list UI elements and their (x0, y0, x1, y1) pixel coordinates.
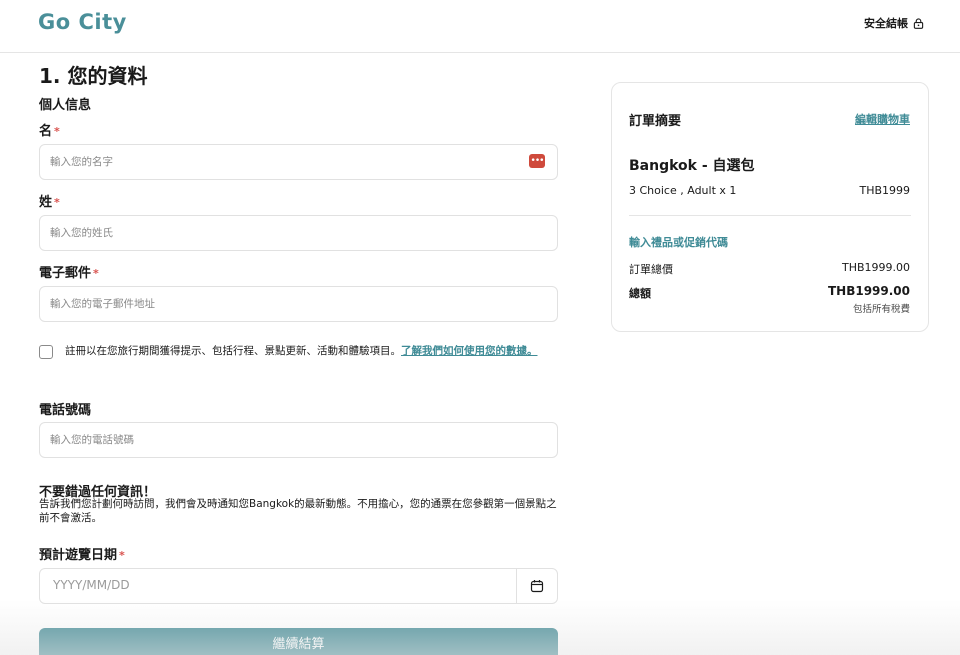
visit-date-label-text: 預計遊覽日期 (39, 548, 118, 563)
tax-note: 包括所有稅費 (852, 304, 910, 315)
secure-checkout-label: 安全結帳 (864, 17, 908, 30)
first-name-label-text: 名 (39, 124, 53, 139)
marketing-consent-checkbox[interactable] (39, 345, 53, 359)
secure-checkout: 安全結帳 (864, 15, 924, 31)
marketing-consent: 註冊以在您旅行期間獲得提示、包括行程、景點更新、活動和體驗項目。了解我們如何使用… (39, 344, 559, 359)
phone-input[interactable] (39, 422, 558, 458)
total-label: 總額 (629, 287, 651, 300)
product-price: THB1999 (859, 184, 910, 197)
page-title: 1. 您的資料 (39, 64, 148, 88)
email-label: 電子郵件 * (39, 262, 99, 281)
required-mark: * (119, 549, 125, 562)
subtotal-label: 訂單總價 (629, 263, 673, 276)
total-value: THB1999.00 (827, 284, 910, 298)
required-mark: * (93, 267, 99, 280)
visit-date-input[interactable] (53, 578, 493, 592)
last-name-label: 姓 * (39, 191, 60, 210)
email-label-text: 電子郵件 (39, 266, 92, 281)
required-mark: * (54, 125, 60, 138)
visit-date-label: 預計遊覽日期 * (39, 544, 125, 563)
visit-date-field (39, 568, 558, 604)
summary-divider (629, 215, 911, 216)
consent-text: 註冊以在您旅行期間獲得提示、包括行程、景點更新、活動和體驗項目。 (65, 345, 401, 357)
product-detail: 3 Choice , Adult x 1 (629, 184, 737, 197)
continue-button[interactable]: 繼續結算 (39, 628, 558, 655)
edit-cart-link[interactable]: 編輯購物車 (855, 111, 910, 127)
last-name-input[interactable] (39, 215, 558, 251)
calendar-icon (530, 580, 544, 593)
data-usage-link[interactable]: 了解我們如何使用您的數據。 (401, 345, 538, 357)
subtotal-value: THB1999.00 (841, 261, 910, 274)
first-name-input[interactable] (39, 144, 558, 180)
lock-icon (913, 17, 924, 29)
required-mark: * (54, 196, 60, 209)
password-manager-icon[interactable]: ••• (529, 154, 545, 168)
section-title: 個人信息 (39, 98, 92, 113)
promo-code-link[interactable]: 輸入禮品或促銷代碼 (629, 234, 728, 250)
last-name-label-text: 姓 (39, 195, 53, 210)
order-summary-card: 訂單摘要 編輯購物車 Bangkok - 自選包 3 Choice , Adul… (611, 82, 929, 332)
email-input[interactable] (39, 286, 558, 322)
go-city-logo[interactable]: Go City (38, 10, 127, 34)
marketing-consent-text: 註冊以在您旅行期間獲得提示、包括行程、景點更新、活動和體驗項目。了解我們如何使用… (65, 344, 538, 359)
calendar-button[interactable] (517, 569, 557, 603)
product-name: Bangkok - 自選包 (629, 158, 755, 174)
phone-label: 電話號碼 (39, 403, 92, 418)
first-name-label: 名 * (39, 120, 60, 139)
order-summary-title: 訂單摘要 (629, 114, 682, 129)
info-body: 告訴我們您計劃何時訪問，我們會及時通知您Bangkok的最新動態。不用擔心，您的… (39, 498, 557, 524)
header: Go City 安全結帳 (0, 0, 960, 53)
